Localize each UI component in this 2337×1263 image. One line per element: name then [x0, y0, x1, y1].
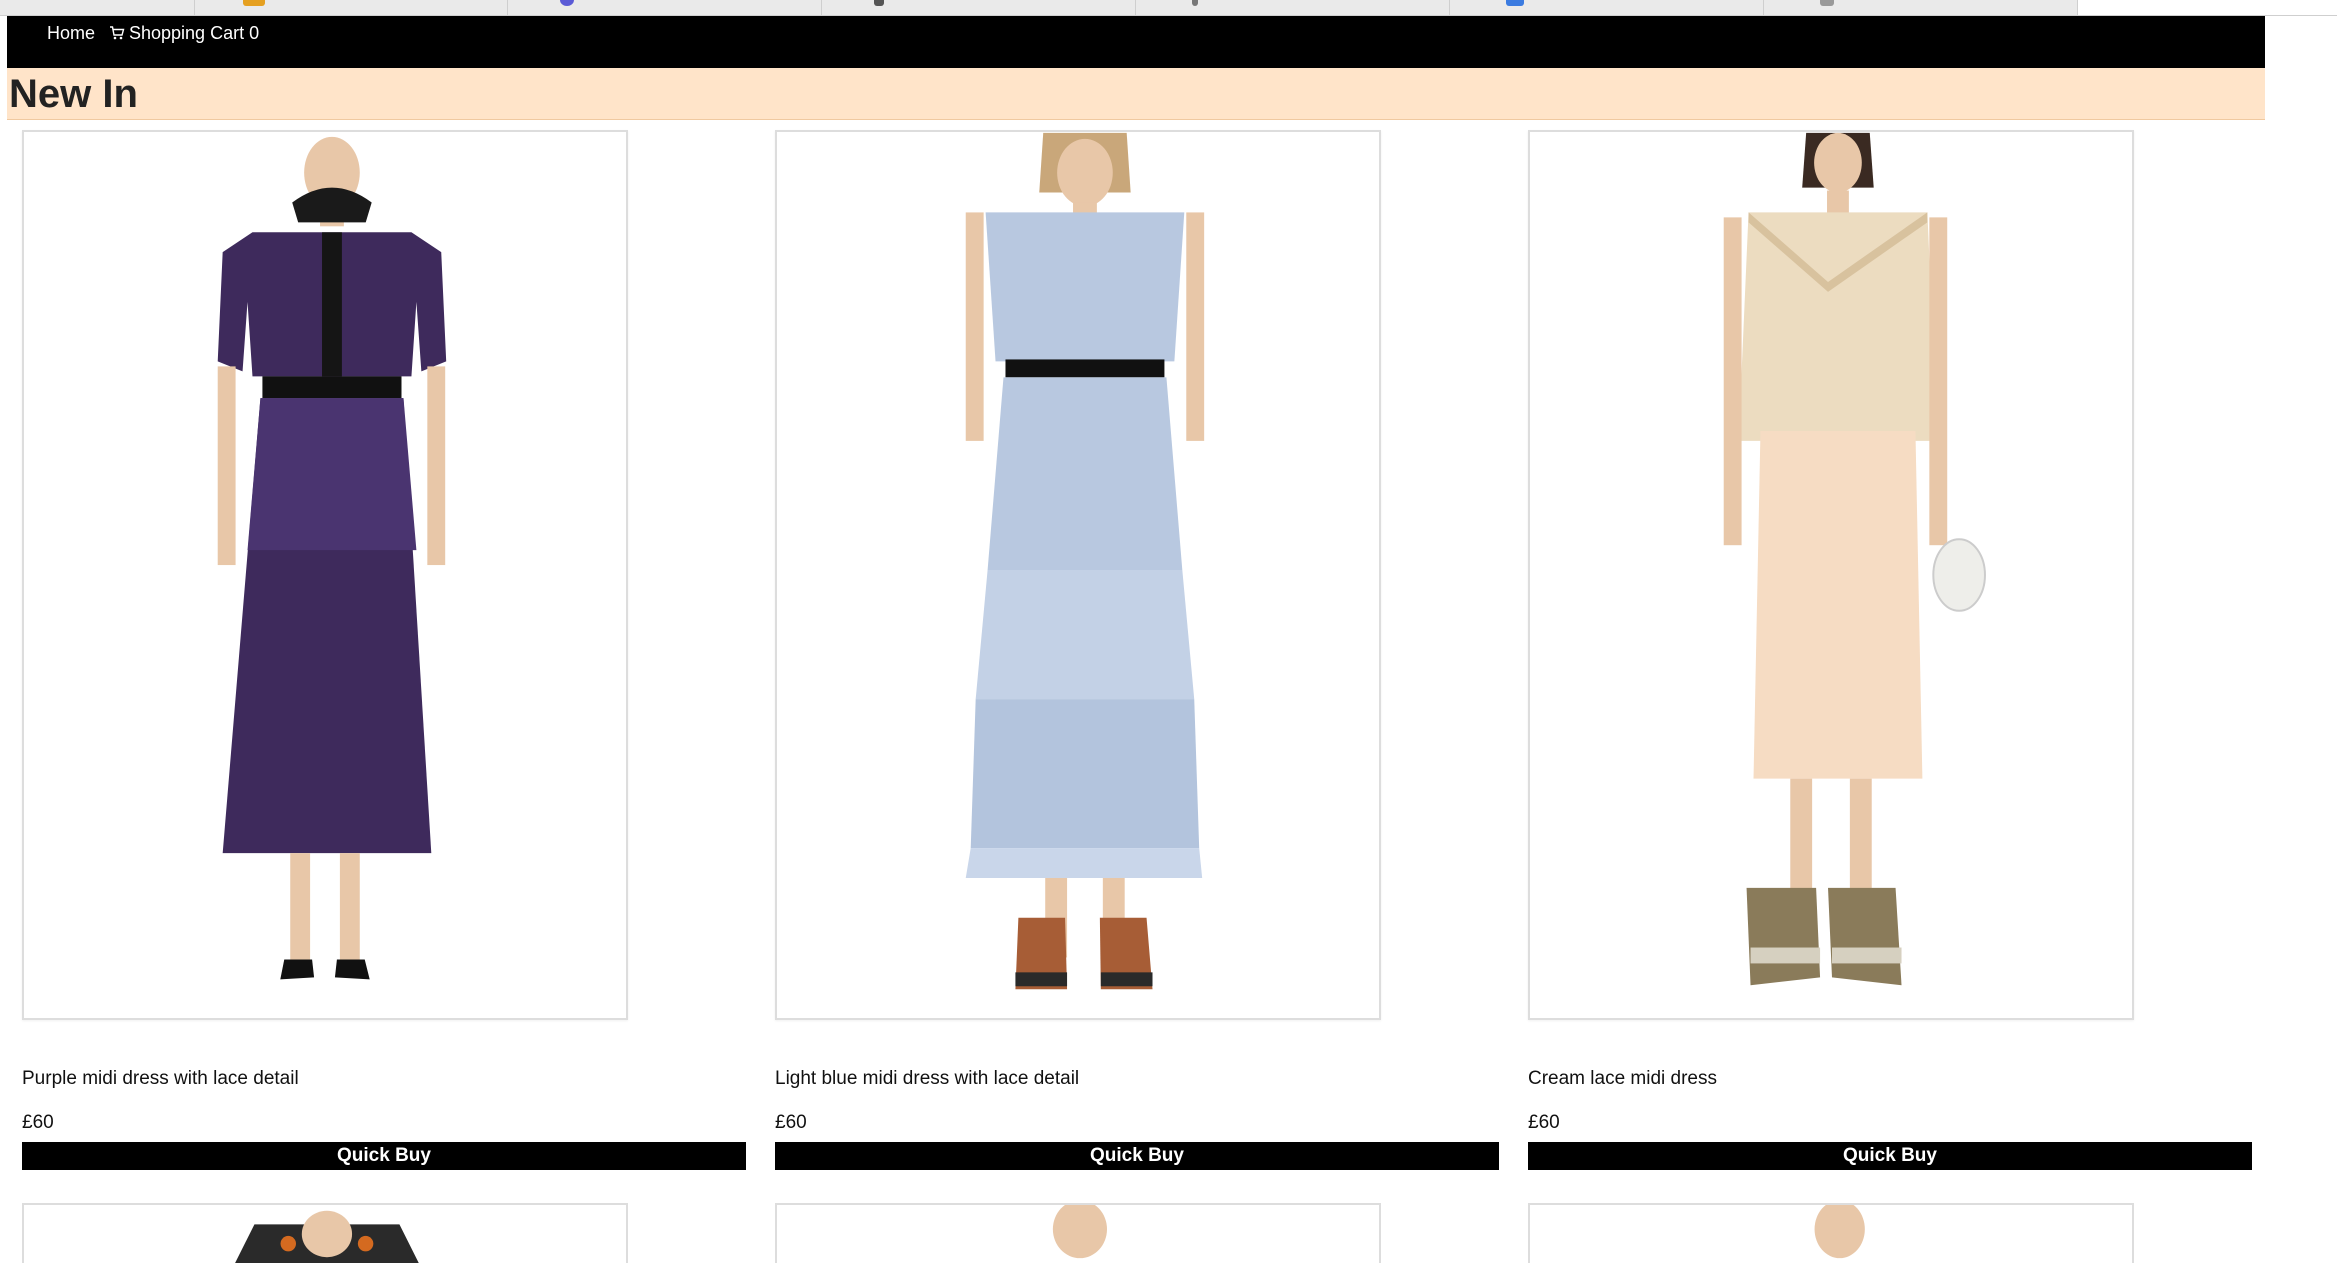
tab-favicon-icon — [243, 0, 265, 6]
product-image[interactable] — [1528, 130, 2134, 1020]
browser-tab[interactable] — [1764, 0, 2078, 15]
browser-tab[interactable] — [1136, 0, 1450, 15]
product-name[interactable]: Light blue midi dress with lace detail — [775, 1068, 1079, 1090]
tab-favicon-icon — [1506, 0, 1524, 6]
quick-buy-button[interactable]: Quick Buy — [1528, 1142, 2252, 1170]
dress-model-illustration — [217, 136, 447, 980]
product-image[interactable] — [22, 130, 628, 1020]
product-price: £60 — [22, 1112, 54, 1133]
browser-tab[interactable] — [822, 0, 1136, 15]
tab-favicon-icon — [874, 0, 884, 6]
product-name[interactable]: Purple midi dress with lace detail — [22, 1068, 299, 1090]
tab-strip-empty — [2078, 0, 2337, 15]
top-nav: Home Shopping Cart 0 — [7, 16, 2265, 68]
heading-band: New In — [7, 68, 2265, 120]
quick-buy-button[interactable]: Quick Buy — [22, 1142, 746, 1170]
cart-icon — [110, 26, 125, 40]
product-image[interactable] — [22, 1203, 628, 1263]
browser-tab[interactable] — [508, 0, 822, 15]
dress-model-illustration — [965, 132, 1205, 990]
tab-favicon-icon — [560, 0, 574, 6]
product-image[interactable] — [775, 1203, 1381, 1263]
tab-favicon-icon — [1192, 0, 1198, 6]
dress-model-illustration — [1723, 132, 1986, 986]
browser-tab-strip — [0, 0, 2337, 16]
dress-model-illustration — [1814, 1205, 1865, 1259]
product-price: £60 — [775, 1112, 807, 1133]
product-name[interactable]: Cream lace midi dress — [1528, 1068, 1717, 1090]
product-image[interactable] — [775, 130, 1381, 1020]
cart-label: Shopping Cart 0 — [129, 23, 260, 43]
dress-model-illustration — [235, 1210, 419, 1263]
browser-tab[interactable] — [0, 0, 195, 15]
browser-tab[interactable] — [195, 0, 508, 15]
product-image[interactable] — [1528, 1203, 2134, 1263]
product-price: £60 — [1528, 1112, 1560, 1133]
page-title: New In — [9, 72, 138, 116]
nav-cart-link[interactable]: Shopping Cart 0 — [109, 16, 259, 50]
quick-buy-button[interactable]: Quick Buy — [775, 1142, 1499, 1170]
dress-model-illustration — [1052, 1205, 1107, 1259]
browser-tab[interactable] — [1450, 0, 1764, 15]
tab-favicon-icon — [1820, 0, 1834, 6]
nav-home-link[interactable]: Home — [47, 16, 95, 50]
